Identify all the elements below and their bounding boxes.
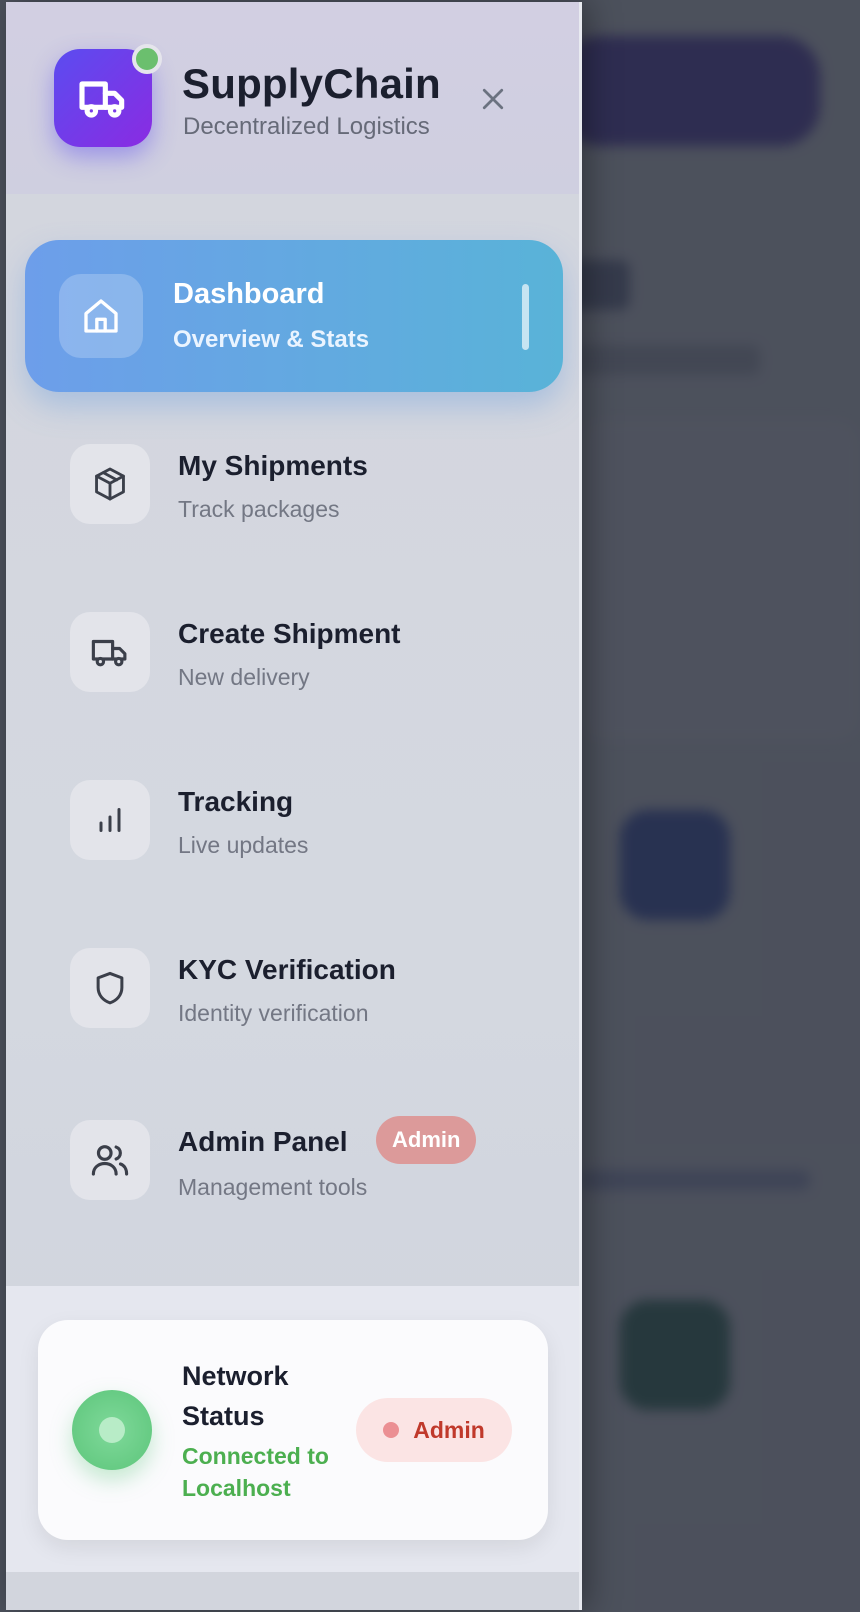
sidebar-item-description: Overview & Stats [173, 326, 370, 353]
active-indicator [522, 284, 529, 350]
package-icon [95, 467, 125, 501]
bar-chart-icon-box [70, 780, 150, 860]
sidebar-item-description: Live updates [178, 832, 309, 858]
sidebar-item-dashboard[interactable]: Dashboard Overview & Stats [25, 240, 563, 392]
sidebar-item-label: Dashboard [173, 278, 325, 310]
truck-icon-box [70, 612, 150, 692]
network-status-subtitle: Connected to Localhost [182, 1443, 329, 1501]
status-orb-core [99, 1417, 125, 1443]
sidebar-item-my-shipments[interactable]: My Shipments Track packages [6, 422, 579, 542]
shield-icon [96, 971, 124, 1005]
users-icon [91, 1145, 129, 1176]
role-dot-icon [383, 1422, 400, 1438]
sidebar-item-description: Identity verification [178, 1000, 369, 1026]
status-orb-icon [72, 1390, 152, 1470]
sidebar-item-label: My Shipments [178, 450, 368, 481]
sidebar-item-kyc-verification[interactable]: KYC Verification Identity verification [6, 926, 579, 1046]
drawer-header: SupplyChain Decentralized Logistics [6, 2, 579, 194]
truck-icon [91, 639, 127, 667]
sidebar-item-label: Tracking [178, 786, 294, 817]
bar-chart-icon [99, 808, 121, 832]
role-badge: Admin [356, 1398, 512, 1462]
app-subtitle: Decentralized Logistics [183, 113, 430, 140]
sidebar-item-admin-panel[interactable]: Admin Panel Admin Management tools [6, 1098, 579, 1218]
sidebar-item-tracking[interactable]: Tracking Live updates [6, 758, 579, 878]
sidebar-item-description: Management tools [178, 1174, 368, 1200]
sidebar-item-create-shipment[interactable]: Create Shipment New delivery [6, 590, 579, 710]
sidebar-drawer: SupplyChain Decentralized Logistics Dash… [6, 2, 582, 1610]
home-icon-box [59, 274, 143, 358]
app-name: SupplyChain [182, 60, 441, 107]
sidebar-item-label: KYC Verification [178, 954, 396, 985]
close-button[interactable] [474, 80, 512, 118]
sidebar-item-label: Admin Panel [178, 1126, 348, 1157]
close-icon [482, 88, 504, 110]
users-icon-box [70, 1120, 150, 1200]
shield-icon-box [70, 948, 150, 1028]
admin-badge: Admin [376, 1116, 477, 1164]
package-icon-box [70, 444, 150, 524]
drawer-bottom-strip [6, 1572, 579, 1610]
sidebar-item-label: Create Shipment [178, 618, 401, 649]
role-label: Admin [413, 1416, 485, 1443]
online-indicator [132, 44, 162, 74]
sidebar-item-description: New delivery [178, 664, 310, 690]
truck-icon [79, 81, 125, 118]
home-icon [84, 299, 118, 333]
sidebar-item-description: Track packages [178, 496, 340, 522]
network-status-title: Network Status [182, 1361, 289, 1431]
network-status-card: Network Status Connected to Localhost Ad… [38, 1320, 548, 1540]
